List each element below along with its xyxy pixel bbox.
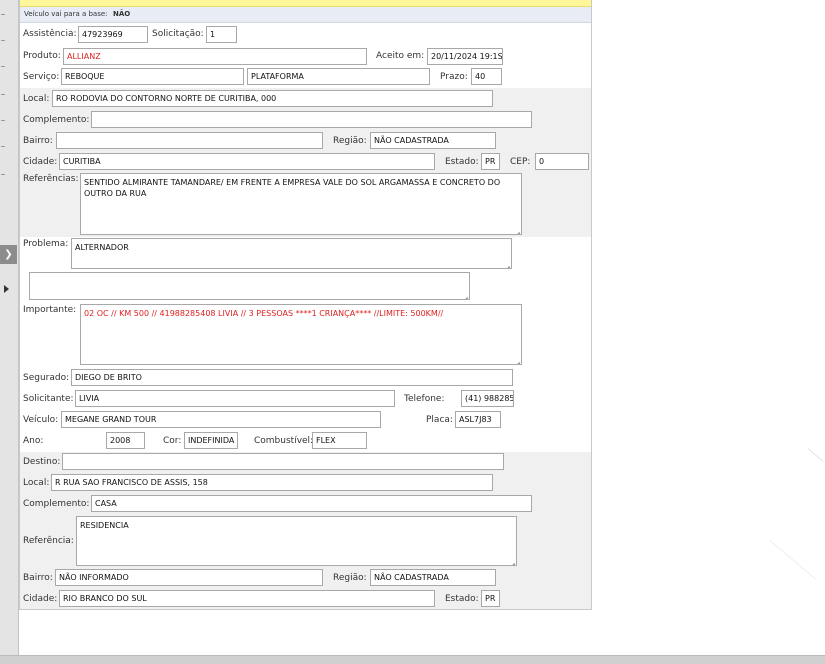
origem-complemento-label: Complemento: <box>23 115 90 125</box>
cor-label: Cor: <box>163 436 182 446</box>
combustivel-field[interactable]: FLEX <box>312 432 367 449</box>
destino-local-label: Local: <box>23 478 50 488</box>
resize-grip-icon[interactable] <box>502 259 510 267</box>
destino-estado-field[interactable]: PR <box>481 590 500 607</box>
origem-referencias-textarea[interactable]: SENTIDO ALMIRANTE TAMANDARE/ EM FRENTE A… <box>80 173 522 235</box>
origem-complemento-field[interactable] <box>91 111 532 128</box>
destino-regiao-label: Região: <box>333 573 367 583</box>
importante-label: Importante: <box>23 305 77 315</box>
origem-local-field[interactable]: RO RODOVIA DO CONTORNO NORTE DE CURITIBA… <box>52 90 493 107</box>
origem-bairro-label: Bairro: <box>23 136 53 146</box>
origem-cidade-field[interactable]: CURITIBA <box>59 153 435 170</box>
problema-textarea[interactable]: ALTERNADOR <box>71 238 512 269</box>
destino-bairro-field[interactable]: NÃO INFORMADO <box>55 569 323 586</box>
servico-label: Serviço: <box>23 72 60 82</box>
ano-label: Ano: <box>23 436 44 446</box>
destino-cidade-field[interactable]: RIO BRANCO DO SUL <box>59 590 435 607</box>
combustivel-label: Combustível: <box>254 436 314 446</box>
destino-estado-label: Estado: <box>445 594 479 604</box>
solicitante-field[interactable]: LIVIA <box>75 390 395 407</box>
base-notice-value: NÃO <box>113 10 131 18</box>
destino-field[interactable] <box>62 453 504 470</box>
servico-tipo-field[interactable]: PLATAFORMA <box>247 68 430 85</box>
problema-label: Problema: <box>23 239 69 249</box>
cor-field[interactable]: INDEFINIDA <box>184 432 238 449</box>
resize-grip-icon[interactable] <box>512 225 520 233</box>
destino-complemento-field[interactable]: CASA <box>91 495 532 512</box>
origem-cidade-label: Cidade: <box>23 157 58 167</box>
sidebar-tick <box>1 174 5 175</box>
decorative-line <box>769 540 816 580</box>
ano-field[interactable]: 2008 <box>106 432 145 449</box>
origem-bairro-field[interactable] <box>56 132 323 149</box>
solicitante-label: Solicitante: <box>23 394 74 404</box>
segurado-label: Segurado: <box>23 373 70 383</box>
telefone-label: Telefone: <box>404 394 445 404</box>
segurado-field[interactable]: DIEGO DE BRITO <box>71 369 513 386</box>
origem-estado-field[interactable]: PR <box>481 153 500 170</box>
destino-cidade-label: Cidade: <box>23 594 58 604</box>
base-notice-row: Veículo vai para a base: NÃO <box>20 7 591 23</box>
resize-grip-icon[interactable] <box>512 355 520 363</box>
destino-complemento-label: Complemento: <box>23 499 90 509</box>
solicitacao-field[interactable]: 1 <box>206 26 237 43</box>
prazo-label: Prazo: <box>440 72 468 82</box>
importante-textarea[interactable]: 02 OC // KM 500 // 41988285408 LIVIA // … <box>80 304 522 365</box>
aceito-em-field[interactable]: 20/11/2024 19:1S <box>427 48 503 65</box>
sidebar-tick <box>1 120 5 121</box>
aceito-em-label: Aceito em: <box>376 51 425 61</box>
destino-bairro-label: Bairro: <box>23 573 53 583</box>
produto-field[interactable]: ALLIANZ <box>63 48 367 65</box>
resize-grip-icon[interactable] <box>507 556 515 564</box>
problema-extra-textarea[interactable] <box>29 272 470 300</box>
prazo-field[interactable]: 40 <box>471 68 502 85</box>
telefone-field[interactable]: (41) 988285408 <box>461 390 514 407</box>
destino-referencia-textarea[interactable]: RESIDENCIA <box>76 516 517 566</box>
destino-referencia-label: Referência: <box>23 536 74 546</box>
origem-estado-label: Estado: <box>445 157 479 167</box>
chevron-right-icon[interactable]: ❯ <box>0 245 17 264</box>
origem-cep-label: CEP: <box>510 157 531 167</box>
header-band <box>20 0 591 7</box>
destino-local-field[interactable]: R RUA SAO FRANCISCO DE ASSIS, 158 <box>51 474 493 491</box>
resize-grip-icon[interactable] <box>460 290 468 298</box>
sidebar-tick <box>1 14 5 15</box>
placa-label: Placa: <box>426 415 453 425</box>
veiculo-label: Veículo: <box>23 415 59 425</box>
origem-local-label: Local: <box>23 94 50 104</box>
base-notice-label: Veículo vai para a base: <box>24 10 108 18</box>
destino-regiao-field[interactable]: NÃO CADASTRADA <box>370 569 496 586</box>
origem-referencias-label: Referências: <box>23 174 79 184</box>
veiculo-field[interactable]: MEGANE GRAND TOUR <box>61 411 381 428</box>
service-order-form: Veículo vai para a base: NÃO Assistência… <box>19 0 592 610</box>
left-sidebar-strip: ❯ <box>0 0 19 663</box>
sidebar-tick <box>1 94 5 95</box>
triangle-right-icon[interactable] <box>4 285 9 293</box>
origem-regiao-label: Região: <box>333 136 367 146</box>
sidebar-tick <box>1 146 5 147</box>
assistencia-label: Assistência: <box>23 29 77 39</box>
origem-cep-field[interactable]: 0 <box>535 153 589 170</box>
solicitacao-label: Solicitação: <box>152 29 204 39</box>
destino-label: Destino: <box>23 457 61 467</box>
produto-label: Produto: <box>23 51 61 61</box>
origem-referencias-text: SENTIDO ALMIRANTE TAMANDARE/ EM FRENTE A… <box>84 178 501 198</box>
decorative-line <box>807 448 824 462</box>
destino-referencia-text: RESIDENCIA <box>80 521 129 530</box>
origem-regiao-field[interactable]: NÃO CADASTRADA <box>370 132 496 149</box>
importante-text: 02 OC // KM 500 // 41988285408 LIVIA // … <box>84 309 444 318</box>
assistencia-field[interactable]: 47923969 <box>78 26 148 43</box>
sidebar-tick <box>1 40 5 41</box>
sidebar-tick <box>1 66 5 67</box>
servico-field[interactable]: REBOQUE <box>61 68 244 85</box>
placa-field[interactable]: ASL7J83 <box>455 411 501 428</box>
problema-text: ALTERNADOR <box>75 243 129 252</box>
